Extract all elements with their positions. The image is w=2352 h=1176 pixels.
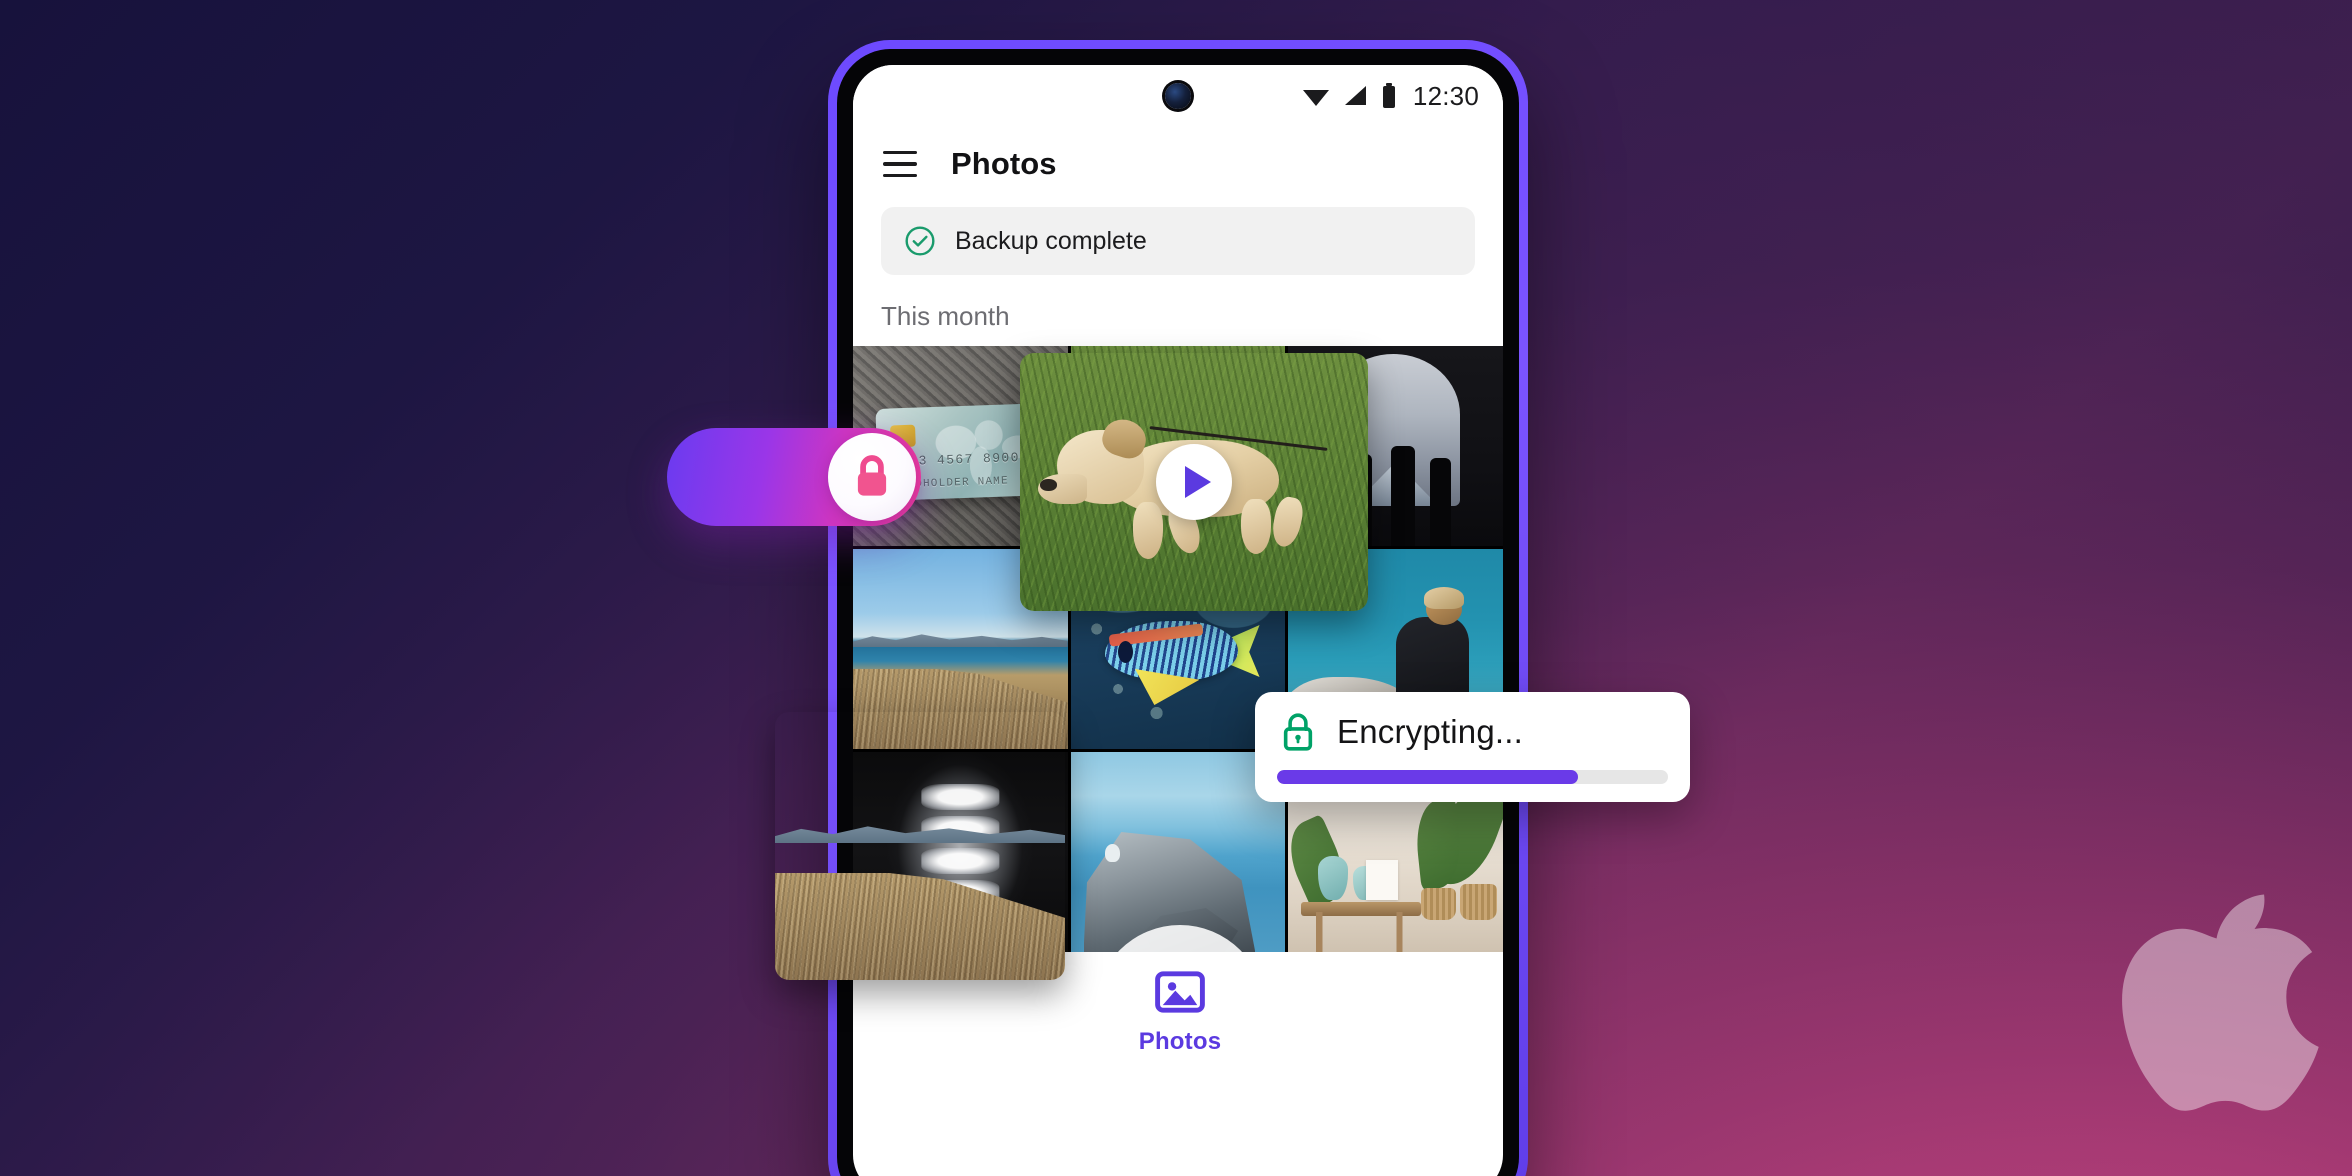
status-bar-clock: 12:30 [1412, 80, 1479, 111]
fish-eye [1117, 641, 1133, 663]
lock-icon [1283, 713, 1313, 751]
pebble-sand [775, 872, 1065, 980]
backup-status-text: Backup complete [955, 226, 1147, 255]
encryption-progress-fill [1277, 770, 1579, 784]
distant-hills [775, 826, 1065, 844]
visitor-silhouette [1391, 446, 1415, 546]
paper-note [1365, 860, 1398, 900]
encryption-lock-toggle[interactable] [667, 428, 921, 526]
seabird [1105, 844, 1121, 862]
encrypting-label: Encrypting... [1337, 713, 1524, 750]
encryption-progress-track [1277, 770, 1668, 784]
dog-leg [1132, 501, 1163, 559]
image-icon [1155, 971, 1205, 1013]
distant-hills [853, 634, 1068, 647]
page-title: Photos [951, 146, 1057, 181]
glass-vase [1318, 856, 1349, 900]
battery-icon [1382, 83, 1395, 108]
floating-beach-photo-card[interactable] [775, 712, 1065, 980]
woven-basket [1421, 888, 1456, 920]
photos-nav-label: Photos [1138, 1028, 1222, 1055]
floating-video-card[interactable] [1020, 353, 1368, 611]
backup-status-banner: Backup complete [881, 207, 1475, 275]
section-label-this-month: This month [853, 275, 1503, 346]
play-icon [1184, 466, 1211, 498]
photo-cell-rocky-shore[interactable] [1070, 752, 1286, 952]
dog-leg [1241, 499, 1272, 554]
check-circle-icon [905, 226, 935, 256]
visitor-silhouette [1430, 458, 1452, 546]
apple-logo [2100, 890, 2330, 1160]
play-button[interactable] [1156, 444, 1232, 520]
person-hair [1423, 587, 1465, 609]
toggle-knob[interactable] [828, 433, 916, 521]
hamburger-menu-icon[interactable] [883, 151, 917, 177]
table-legs [1309, 912, 1413, 952]
status-bar-indicators: 12:30 [1301, 81, 1479, 112]
front-camera-punch-hole-icon [1165, 83, 1191, 109]
lock-icon [857, 455, 887, 496]
photos-nav-button[interactable]: Photos [1095, 925, 1265, 1095]
dog-leg [1269, 494, 1306, 549]
wifi-icon [1302, 90, 1329, 106]
woven-basket [1460, 884, 1497, 920]
encrypting-toast: Encrypting... [1255, 692, 1690, 802]
dog-nose [1040, 479, 1057, 491]
encrypting-row: Encrypting... [1277, 708, 1668, 756]
rocky-shore-ocean-image [1070, 752, 1286, 952]
cellular-signal-icon [1344, 86, 1366, 105]
status-bar: 12:30 [853, 65, 1503, 127]
app-bar: Photos [853, 127, 1503, 201]
